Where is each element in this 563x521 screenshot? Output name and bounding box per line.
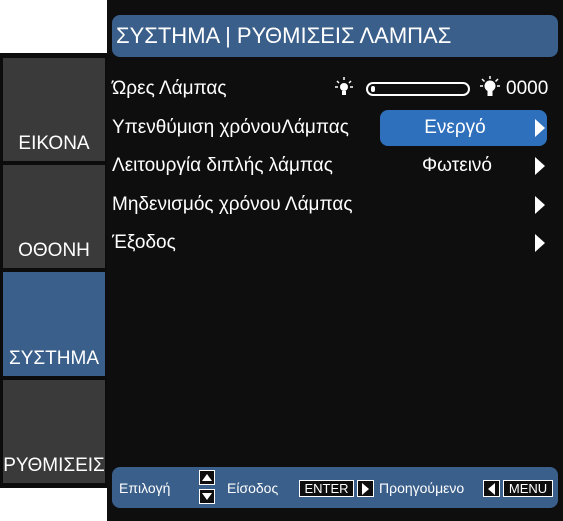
menu-item-lamp-hours: Ώρες Λάμπας 0000 bbox=[112, 71, 558, 107]
dual-lamp-mode-value[interactable]: Φωτεινό bbox=[392, 155, 522, 177]
right-key-icon bbox=[357, 480, 374, 497]
page-title: ΣΥΣΤΗΜΑ | ΡΥΘΜΙΣΕΙΣ ΛΑΜΠΑΣ bbox=[112, 15, 558, 57]
lamp-reminder-label: Υπενθύμιση χρόνουΛάμπας bbox=[112, 117, 349, 138]
footer-back-label: Προηγούμενο bbox=[379, 480, 465, 496]
left-key-icon bbox=[483, 480, 500, 497]
lamp-large-icon bbox=[480, 76, 500, 96]
enter-key-icon: ENTER bbox=[299, 480, 354, 497]
menu-key-icon: MENU bbox=[503, 480, 553, 497]
menu-item-lamp-reset[interactable]: Μηδενισμός χρόνου Λάμπας bbox=[112, 187, 558, 223]
tab-system[interactable]: ΣΥΣΤΗΜΑ bbox=[3, 272, 105, 376]
down-key-icon bbox=[199, 489, 215, 504]
menu-item-lamp-reminder[interactable]: Υπενθύμιση χρόνουΛάμπας Ενεργό bbox=[112, 110, 558, 146]
tab-image[interactable]: ΕΙΚΟΝΑ bbox=[3, 58, 105, 161]
dual-lamp-mode-label: Λειτουργία διπλής λάμπας bbox=[112, 155, 333, 176]
osd-main-panel: ΣΥΣΤΗΜΑ | ΡΥΘΜΙΣΕΙΣ ΛΑΜΠΑΣ Ώρες Λάμπας 0… bbox=[107, 0, 563, 521]
lamp-hours-label: Ώρες Λάμπας bbox=[112, 78, 227, 99]
up-key-icon bbox=[199, 470, 215, 485]
tab-settings-label: ΡΥΘΜΙΣΕΙΣ bbox=[3, 455, 105, 476]
tab-screen-label: ΟΘΟΝΗ bbox=[18, 240, 90, 261]
footer-help-bar: Επιλογή Είσοδος ENTER Προηγούμενο MENU bbox=[112, 467, 558, 508]
chevron-right-icon[interactable] bbox=[535, 157, 545, 175]
tab-image-label: ΕΙΚΟΝΑ bbox=[18, 133, 90, 154]
tab-system-label: ΣΥΣΤΗΜΑ bbox=[9, 348, 99, 369]
sidebar: ΕΙΚΟΝΑ ΟΘΟΝΗ ΣΥΣΤΗΜΑ ΡΥΘΜΙΣΕΙΣ bbox=[0, 53, 107, 488]
exit-label: Έξοδος bbox=[112, 232, 176, 253]
tab-settings[interactable]: ΡΥΘΜΙΣΕΙΣ bbox=[3, 380, 105, 483]
lamp-hours-value: 0000 bbox=[506, 78, 549, 99]
menu-item-exit[interactable]: Έξοδος bbox=[112, 225, 558, 261]
lamp-small-icon bbox=[335, 77, 353, 95]
tab-screen[interactable]: ΟΘΟΝΗ bbox=[3, 165, 105, 268]
lamp-reset-label: Μηδενισμός χρόνου Λάμπας bbox=[112, 194, 353, 215]
footer-enter-label: Είσοδος bbox=[227, 480, 279, 496]
footer-select-label: Επιλογή bbox=[119, 480, 171, 496]
lamp-reminder-value[interactable]: Ενεργό bbox=[380, 117, 530, 139]
chevron-right-icon[interactable] bbox=[535, 234, 545, 252]
menu-item-dual-lamp-mode[interactable]: Λειτουργία διπλής λάμπας Φωτεινό bbox=[112, 148, 558, 184]
lamp-hours-bar bbox=[366, 82, 470, 96]
chevron-right-icon[interactable] bbox=[535, 119, 545, 137]
chevron-right-icon[interactable] bbox=[535, 196, 545, 214]
